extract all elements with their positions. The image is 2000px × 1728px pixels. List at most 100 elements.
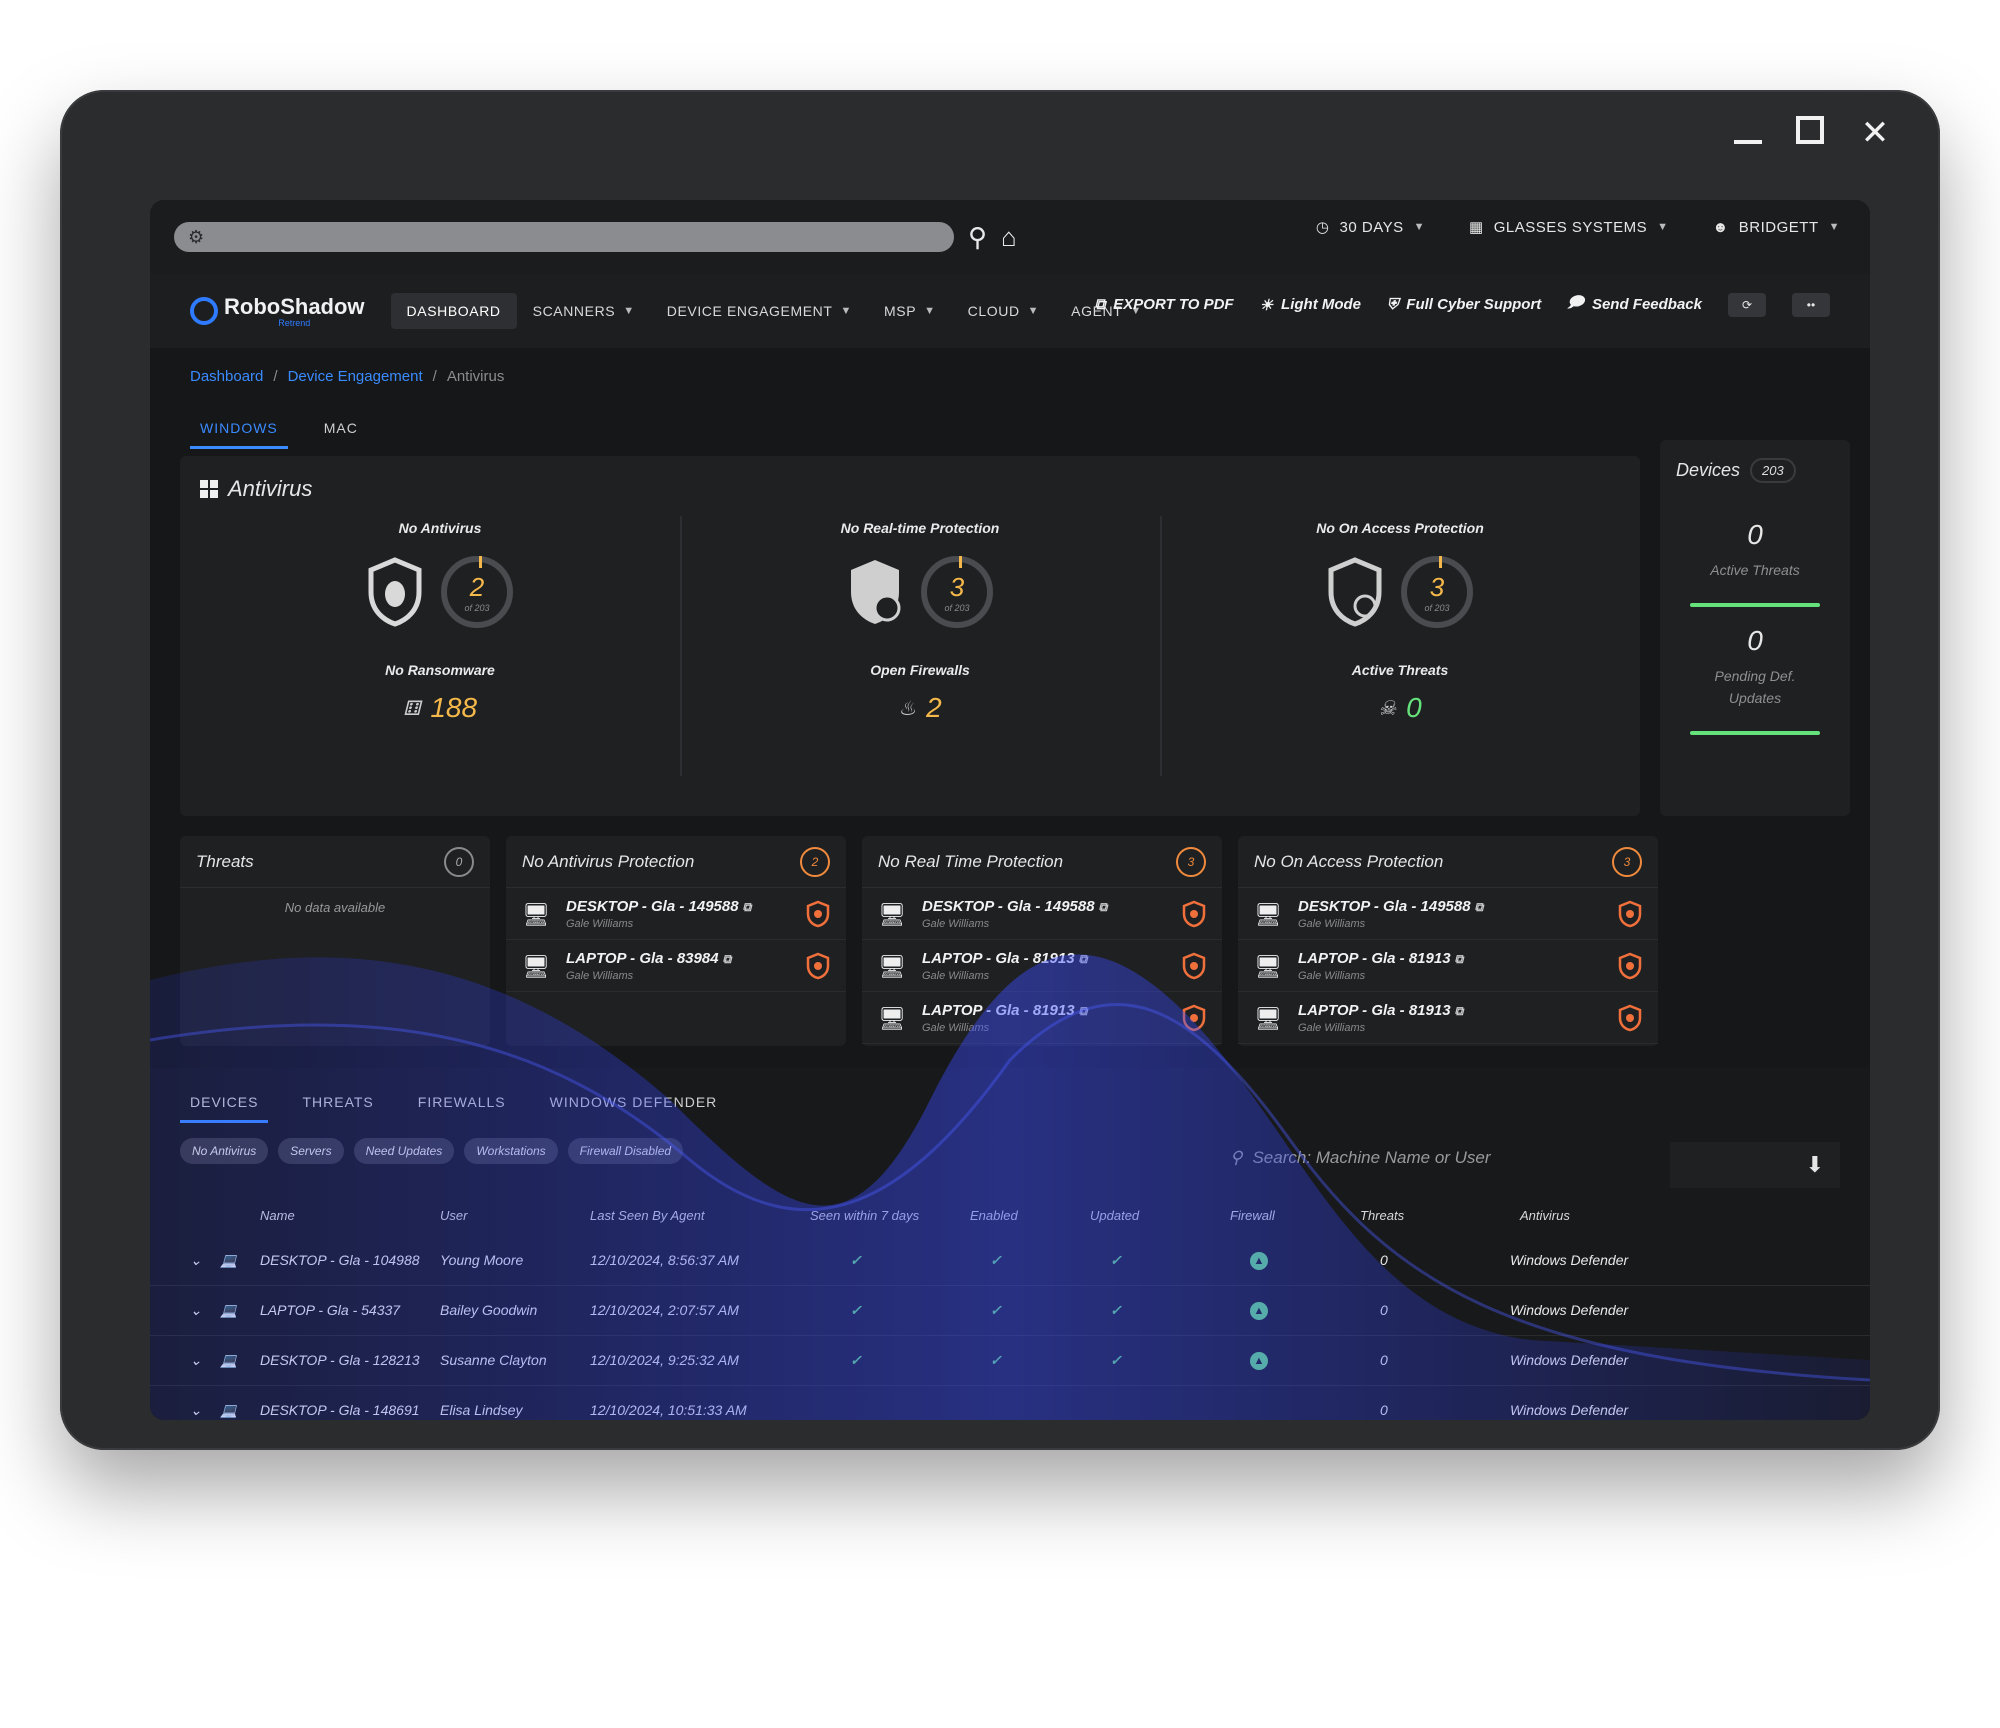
export-pdf-button[interactable]: ⧉ EXPORT TO PDF — [1095, 296, 1234, 313]
refresh-button[interactable]: ⟳ — [1728, 292, 1766, 317]
external-link-icon[interactable]: ⧉ — [1079, 1004, 1088, 1018]
tab-windows-defender[interactable]: WINDOWS DEFENDER — [540, 1088, 728, 1123]
minimize-button[interactable] — [1734, 124, 1762, 144]
col-seen-7-days[interactable]: Seen within 7 days — [810, 1208, 919, 1223]
firewall-ok-icon: ▲ — [1250, 1252, 1268, 1270]
sub-label: No Ransomware — [385, 662, 495, 678]
alert-shield-icon — [1182, 900, 1206, 927]
logo[interactable]: RoboShadow Retrend — [190, 294, 365, 328]
row-user: Bailey Goodwin — [440, 1302, 538, 1318]
col-user[interactable]: User — [440, 1208, 467, 1223]
chip-workstations[interactable]: Workstations — [464, 1138, 558, 1164]
nav-device-engagement[interactable]: DEVICE ENGAGEMENT ▼ — [651, 293, 868, 329]
sub-value: 2 — [926, 692, 942, 723]
chip-need-updates[interactable]: Need Updates — [353, 1138, 455, 1164]
col-name[interactable]: Name — [260, 1208, 295, 1223]
more-button[interactable]: •• — [1792, 292, 1830, 317]
windows-icon — [200, 480, 218, 498]
chevron-down-icon[interactable]: ⌄ — [190, 1352, 202, 1369]
nav-scanners[interactable]: SCANNERS ▼ — [517, 293, 651, 329]
list-item[interactable]: 🖥 LAPTOP - Gla - 83984 ⧉ Gale Williams — [506, 940, 846, 992]
external-link-icon[interactable]: ⧉ — [1079, 952, 1088, 966]
no-realtime-card: No Real Time Protection 3 🖥 DESKTOP - Gl… — [862, 836, 1222, 1046]
breadcrumb-sep: / — [432, 368, 437, 385]
period-selector[interactable]: ◷ 30 DAYS ▼ — [1316, 218, 1425, 237]
no-antivirus-ring: 2 of 203 — [441, 556, 513, 628]
nav-cloud[interactable]: CLOUD ▼ — [952, 293, 1056, 329]
chevron-down-icon[interactable]: ⌄ — [190, 1302, 202, 1319]
computer-icon: 💻 — [220, 1402, 238, 1418]
tab-devices[interactable]: DEVICES — [180, 1088, 269, 1123]
external-link-icon[interactable]: ⧉ — [743, 900, 752, 914]
close-button[interactable]: ✕ — [1858, 116, 1892, 150]
maximize-button[interactable] — [1796, 116, 1824, 144]
breadcrumb-dashboard[interactable]: Dashboard — [190, 368, 263, 385]
list-item[interactable]: 🖥 LAPTOP - Gla - 81913 ⧉ Gale Williams — [862, 992, 1222, 1044]
table-row[interactable]: ⌄ 💻 DESKTOP - Gla - 128213 Susanne Clayt… — [150, 1338, 1870, 1386]
row-antivirus: Windows Defender — [1510, 1352, 1629, 1368]
light-mode-button[interactable]: ☀ Light Mode — [1260, 296, 1361, 314]
row-antivirus: Windows Defender — [1510, 1252, 1629, 1268]
chip-no-antivirus[interactable]: No Antivirus — [180, 1138, 269, 1164]
org-selector[interactable]: ▦ GLASSES SYSTEMS ▼ — [1469, 218, 1668, 237]
col-updated[interactable]: Updated — [1090, 1208, 1139, 1223]
chevron-down-icon: ▼ — [840, 305, 853, 317]
external-link-icon[interactable]: ⧉ — [1455, 1004, 1464, 1018]
col-antivirus[interactable]: Antivirus — [1520, 1208, 1570, 1223]
table-row[interactable]: ⌄ 💻 DESKTOP - Gla - 104988 Young Moore 1… — [150, 1238, 1870, 1286]
refresh-shield-icon — [851, 560, 901, 624]
chevron-down-icon: ▼ — [1413, 221, 1425, 233]
tab-firewalls[interactable]: FIREWALLS — [408, 1088, 516, 1123]
tab-threats[interactable]: THREATS — [292, 1088, 383, 1123]
col-last-seen[interactable]: Last Seen By Agent — [590, 1208, 704, 1223]
chevron-down-icon[interactable]: ⌄ — [190, 1252, 202, 1269]
sub-value: 0 — [1406, 692, 1422, 723]
col-enabled[interactable]: Enabled — [970, 1208, 1018, 1223]
building-icon: ▦ — [1469, 219, 1484, 236]
chevron-down-icon: ▼ — [623, 305, 635, 317]
os-tabs: WINDOWS MAC — [190, 414, 368, 449]
alert-shield-icon — [1618, 900, 1642, 927]
row-threats: 0 — [1380, 1252, 1388, 1268]
list-item[interactable]: 🖥 LAPTOP - Gla - 81913 ⧉ Gale Williams — [1238, 992, 1658, 1044]
breadcrumb-device-engagement[interactable]: Device Engagement — [288, 368, 423, 385]
chip-servers[interactable]: Servers — [278, 1138, 344, 1164]
table-tabs: DEVICES THREATS FIREWALLS WINDOWS DEFEND… — [180, 1088, 727, 1123]
card-title: No Antivirus Protection — [522, 851, 695, 871]
user-menu[interactable]: ☻ BRIDGETT ▼ — [1712, 218, 1840, 236]
col-threats[interactable]: Threats — [1360, 1208, 1404, 1223]
external-link-icon[interactable]: ⧉ — [1099, 900, 1108, 914]
tab-mac[interactable]: MAC — [314, 414, 368, 449]
card-count: 0 — [444, 846, 474, 877]
table-row[interactable]: ⌄ 💻 LAPTOP - Gla - 54337 Bailey Goodwin … — [150, 1288, 1870, 1336]
list-item[interactable]: 🖥 DESKTOP - Gla - 149588 ⧉ Gale Williams — [506, 888, 846, 940]
nav-dashboard[interactable]: DASHBOARD — [390, 293, 517, 329]
nav-msp[interactable]: MSP ▼ — [868, 293, 952, 329]
send-feedback-button[interactable]: 🗩 Send Feedback — [1567, 292, 1702, 317]
search-icon[interactable]: ⚲ — [968, 222, 987, 253]
no-realtime-stat: No Real-time Protection 3 of 203 Open Fi… — [690, 520, 1150, 800]
table-row[interactable]: ⌄ 💻 DESKTOP - Gla - 148691 Elisa Lindsey… — [150, 1388, 1870, 1420]
list-item[interactable]: 🖥 DESKTOP - Gla - 149588 ⧉ Gale Williams — [862, 888, 1222, 940]
list-item[interactable]: 🖥 LAPTOP - Gla - 81913 ⧉ Gale Williams — [862, 940, 1222, 992]
external-link-icon[interactable]: ⧉ — [1475, 900, 1484, 914]
home-icon[interactable]: ⌂ — [1001, 222, 1017, 253]
card-title: No Real Time Protection — [878, 851, 1064, 871]
address-bar[interactable]: ⚙ — [174, 222, 954, 252]
external-link-icon[interactable]: ⧉ — [1455, 952, 1464, 966]
download-button[interactable]: ⬇ — [1670, 1142, 1840, 1188]
antivirus-panel: Antivirus No Antivirus 2 of 203 No Ranso… — [180, 456, 1640, 816]
nav-label: MSP — [884, 303, 917, 319]
external-link-icon[interactable]: ⧉ — [723, 952, 732, 966]
list-item[interactable]: 🖥 LAPTOP - Gla - 81913 ⧉ Gale Williams — [1238, 940, 1658, 992]
user-name: Gale Williams — [922, 1021, 990, 1034]
stat-bar — [1690, 731, 1820, 735]
chevron-down-icon[interactable]: ⌄ — [190, 1402, 202, 1419]
cyber-support-button[interactable]: ⛨ Full Cyber Support — [1387, 296, 1541, 313]
col-firewall[interactable]: Firewall — [1230, 1208, 1275, 1223]
list-item[interactable]: 🖥 DESKTOP - Gla - 149588 ⧉ Gale Williams — [1238, 888, 1658, 940]
tab-windows[interactable]: WINDOWS — [190, 414, 288, 449]
chip-firewall-disabled[interactable]: Firewall Disabled — [567, 1138, 684, 1164]
download-icon: ⬇ — [1805, 1152, 1824, 1177]
search-input[interactable]: ⚲ Search: Machine Name or User — [1230, 1148, 1491, 1168]
